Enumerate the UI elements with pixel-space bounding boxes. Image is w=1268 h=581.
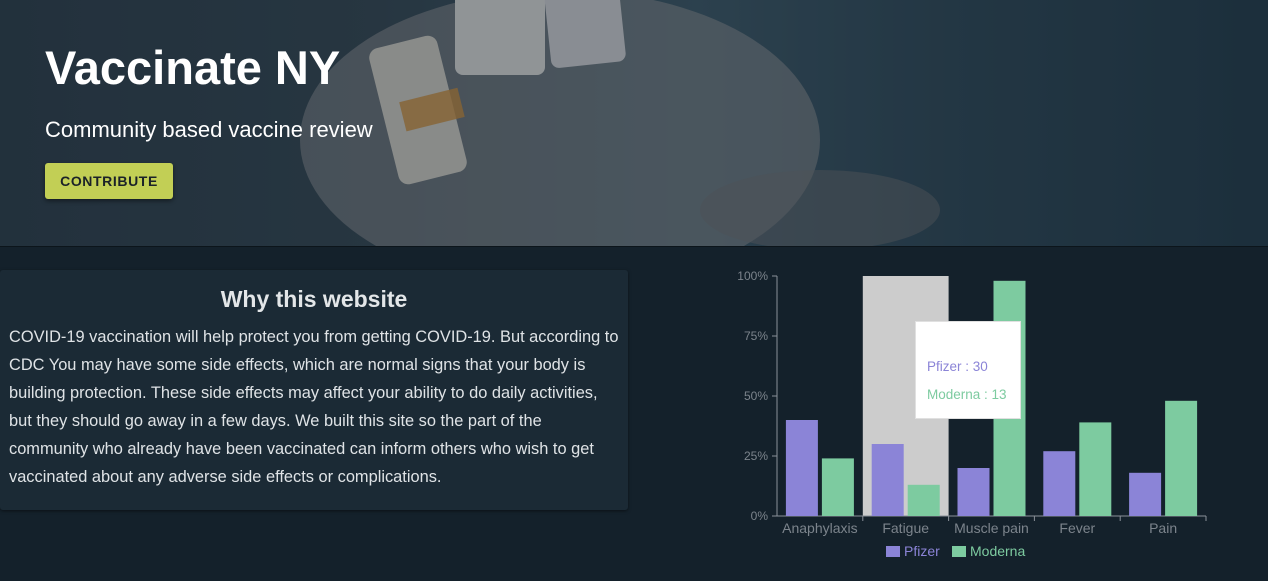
y-tick-label: 75%	[744, 329, 768, 343]
x-tick-label: Anaphylaxis	[782, 520, 858, 536]
page-title: Vaccinate NY	[45, 41, 341, 94]
x-tick-label: Pain	[1149, 520, 1177, 536]
bar-pfizer	[871, 444, 904, 516]
contribute-button[interactable]: CONTRIBUTE	[45, 163, 173, 199]
bar-pfizer	[957, 468, 990, 516]
legend-label-pfizer: Pfizer	[904, 543, 940, 559]
legend-swatch-pfizer	[886, 546, 900, 557]
legend-swatch-moderna	[952, 546, 966, 557]
x-tick-label: Muscle pain	[954, 520, 1029, 536]
why-website-text: COVID-19 vaccination will help protect y…	[9, 328, 619, 486]
bar-moderna	[821, 458, 854, 516]
x-tick-label: Fever	[1059, 520, 1095, 536]
bar-moderna	[1165, 400, 1198, 516]
tooltip-pfizer-value: Pfizer : 30	[927, 359, 988, 374]
tooltip-moderna-value: Moderna : 13	[927, 387, 1007, 402]
y-tick-label: 50%	[744, 389, 768, 403]
bar-pfizer	[1129, 472, 1162, 516]
chart-tooltip: Pfizer : 30 Moderna : 13	[915, 321, 1021, 419]
x-tick-label: Fatigue	[882, 520, 929, 536]
y-tick-label: 0%	[751, 509, 769, 523]
why-website-title: Why this website	[220, 286, 408, 312]
hero-banner: Vaccinate NY Community based vaccine rev…	[0, 0, 1268, 247]
bar-moderna	[1079, 422, 1112, 516]
bar-moderna	[907, 484, 940, 516]
bar-pfizer	[785, 420, 818, 516]
why-website-card: Why this website COVID-19 vaccination wi…	[0, 270, 628, 510]
legend-label-moderna: Moderna	[970, 543, 1025, 559]
y-tick-label: 100%	[737, 269, 768, 283]
bar-pfizer	[1043, 451, 1076, 516]
page-subtitle: Community based vaccine review	[45, 117, 373, 142]
y-tick-label: 25%	[744, 449, 768, 463]
